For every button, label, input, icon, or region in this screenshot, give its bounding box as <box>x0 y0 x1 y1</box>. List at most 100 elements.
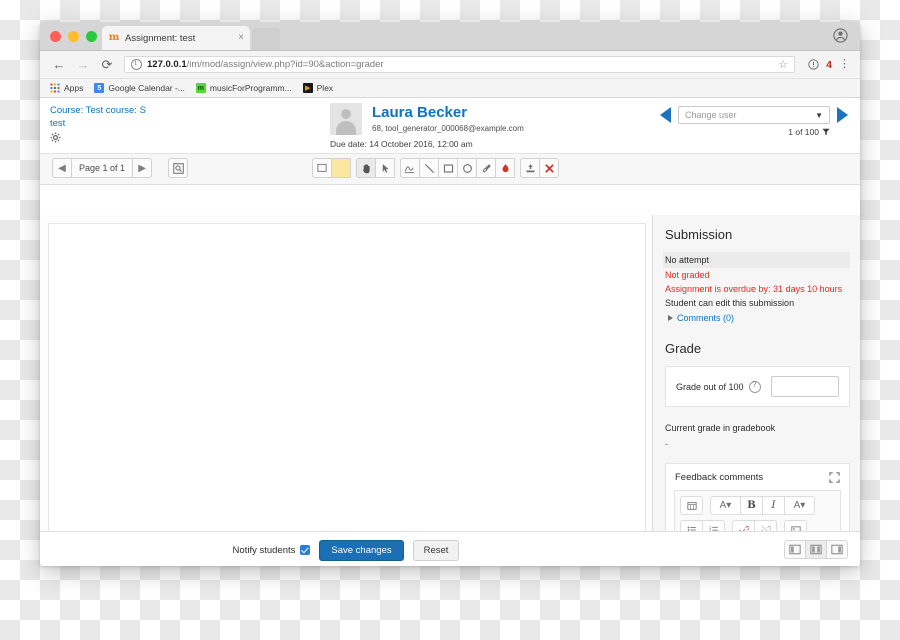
current-grade-label: Current grade in gradebook <box>665 423 776 433</box>
extension-badge[interactable]: 4 <box>826 59 832 71</box>
reset-button[interactable]: Reset <box>412 539 460 561</box>
close-window-button[interactable] <box>50 31 61 42</box>
feedback-title: Feedback comments <box>675 472 764 483</box>
help-icon[interactable] <box>748 380 761 393</box>
profile-icon[interactable] <box>833 28 848 43</box>
user-summary: Laura Becker 68, tool_generator_000068@e… <box>330 103 524 135</box>
highlight-color-swatch[interactable] <box>331 158 351 178</box>
assignment-link[interactable]: test <box>50 117 146 130</box>
chevron-down-icon: ▼ <box>815 110 823 120</box>
grade-row: Grade out of 100 <box>665 366 850 407</box>
chrome-menu-icon[interactable]: ⋮ <box>839 59 850 70</box>
ellipse-tool[interactable] <box>457 158 477 178</box>
apps-grid-icon <box>50 83 60 93</box>
change-user-select[interactable]: Change user ▼ <box>678 106 830 124</box>
minimize-window-button[interactable] <box>68 31 79 42</box>
paragraph-style-button[interactable]: A▾ <box>710 496 741 515</box>
address-bar[interactable]: 127.0.0.1/im/mod/assign/view.php?id=90&a… <box>124 56 796 73</box>
delete-annotation-tool[interactable] <box>539 158 559 178</box>
layout-collapse-left[interactable] <box>784 540 806 559</box>
action-bar-center: Notify students Save changes Reset <box>40 532 652 566</box>
bookmark-musicforprogramming[interactable]: m musicForProgramm... <box>195 83 292 93</box>
expand-icon[interactable] <box>829 472 840 483</box>
line-tool[interactable] <box>419 158 439 178</box>
notify-students-label: Notify students <box>232 544 296 556</box>
feedback-header: Feedback comments <box>666 464 849 490</box>
bookmark-plex[interactable]: ▶ Plex <box>302 83 333 93</box>
user-counter-label: 1 of 100 <box>788 127 819 137</box>
funnel-icon[interactable] <box>822 128 830 136</box>
bookmark-apps[interactable]: Apps <box>50 83 83 93</box>
browser-tab[interactable]: m Assignment: test × <box>102 26 250 50</box>
url-host: 127.0.0.1 <box>147 59 187 70</box>
layout-both-panels[interactable] <box>805 540 827 559</box>
notify-students-checkbox[interactable] <box>300 545 311 555</box>
search-page-icon[interactable] <box>168 158 188 178</box>
moodle-grader-page: Course: Test course: S test Laura Becker… <box>40 98 860 566</box>
highlighter-tool[interactable] <box>476 158 496 178</box>
stamp-tool[interactable] <box>520 158 540 178</box>
avatar[interactable] <box>330 103 362 135</box>
select-tool[interactable] <box>375 158 395 178</box>
grade-heading: Grade <box>665 341 702 356</box>
bookmark-label: Google Calendar -... <box>108 83 185 93</box>
tab-title: Assignment: test <box>125 32 196 44</box>
site-info-icon[interactable] <box>131 59 142 70</box>
italic-button[interactable]: I <box>762 496 785 515</box>
user-counter: 1 of 100 <box>788 127 830 137</box>
layout-collapse-right[interactable] <box>826 540 848 559</box>
grading-panel: Submission No attempt Not graded Assignm… <box>652 215 860 566</box>
document-viewer[interactable] <box>40 215 652 566</box>
course-link[interactable]: Course: Test course: S <box>50 104 146 117</box>
pen-tool[interactable] <box>400 158 420 178</box>
user-navigation: Change user ▼ <box>660 106 848 124</box>
reload-button[interactable]: ⟳ <box>98 56 116 74</box>
extension-info-icon[interactable] <box>808 59 819 70</box>
submission-heading: Submission <box>665 227 733 242</box>
bookmark-google-calendar[interactable]: 5 Google Calendar -... <box>94 83 185 93</box>
user-email: 68, tool_generator_000068@example.com <box>372 124 524 133</box>
forward-button[interactable]: → <box>74 56 92 74</box>
google-calendar-icon: 5 <box>94 83 105 93</box>
user-name[interactable]: Laura Becker <box>372 105 524 121</box>
comment-tool[interactable] <box>312 158 332 178</box>
color-picker-tool[interactable] <box>495 158 515 178</box>
source-group <box>680 496 703 515</box>
page-navigation: ◀ Page 1 of 1 ▶ <box>52 158 153 178</box>
close-icon[interactable]: × <box>238 33 244 43</box>
gear-icon[interactable] <box>50 132 61 143</box>
grading-status: Not graded <box>665 270 710 280</box>
maximize-window-button[interactable] <box>86 31 97 42</box>
font-color-button[interactable]: A▾ <box>784 496 815 515</box>
action-bar: Notify students Save changes Reset <box>40 531 860 566</box>
change-user-placeholder: Change user <box>685 110 737 120</box>
new-tab-button[interactable] <box>252 28 280 50</box>
format-group: A▾ B I A▾ <box>710 496 815 515</box>
html-source-button[interactable] <box>680 496 703 515</box>
plex-icon: ▶ <box>302 83 313 93</box>
document-page[interactable] <box>48 223 646 562</box>
grader-header: Course: Test course: S test Laura Becker… <box>40 98 860 153</box>
attempt-status: No attempt <box>663 252 850 268</box>
rectangle-tool[interactable] <box>438 158 458 178</box>
page-indicator: Page 1 of 1 <box>71 158 134 178</box>
next-user-arrow[interactable] <box>837 107 848 123</box>
editable-status: Student can edit this submission <box>665 298 795 308</box>
bookmark-star-icon[interactable]: ☆ <box>778 58 788 71</box>
bold-button[interactable]: B <box>740 496 763 515</box>
notify-students[interactable]: Notify students <box>233 545 311 556</box>
due-date: Due date: 14 October 2016, 12:00 am <box>330 139 473 149</box>
previous-page-button[interactable]: ◀ <box>52 158 72 178</box>
next-page-button[interactable]: ▶ <box>132 158 153 178</box>
back-button[interactable]: ← <box>50 56 68 74</box>
previous-user-arrow[interactable] <box>660 107 671 123</box>
grade-label: Grade out of 100 <box>676 381 744 392</box>
bookmarks-bar: Apps 5 Google Calendar -... m musicForPr… <box>40 79 860 98</box>
save-changes-button[interactable]: Save changes <box>319 539 404 561</box>
chevron-right-icon <box>668 315 673 321</box>
breadcrumb: Course: Test course: S test <box>50 104 146 130</box>
bookmark-label: musicForProgramm... <box>209 83 292 93</box>
comments-toggle[interactable]: Comments (0) <box>665 313 850 323</box>
grade-input[interactable] <box>771 376 839 397</box>
pan-tool[interactable] <box>356 158 376 178</box>
